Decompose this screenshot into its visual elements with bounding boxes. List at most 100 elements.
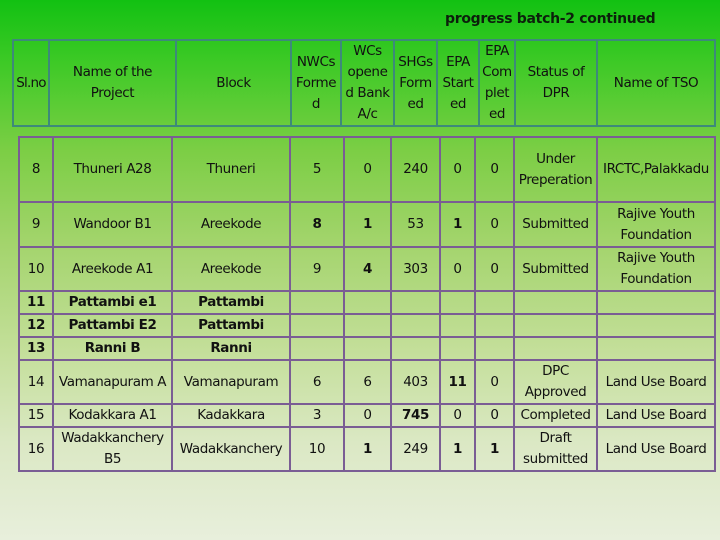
- cell-dpr-status: [513, 290, 598, 315]
- cell-project: Vamanapuram A: [52, 359, 173, 405]
- cell-project: Pattambi e1: [52, 290, 173, 315]
- cell-epa-started: 1: [439, 426, 476, 472]
- header-row: Sl.no Name of the Project Block NWCs Forme…: [12, 39, 716, 127]
- header-label: Name of the Project: [72, 64, 153, 101]
- cell-slno: 16: [18, 426, 54, 472]
- cell-dpr-status: Under Preperation: [513, 136, 598, 203]
- cell-nwcs: 10: [289, 426, 345, 472]
- table-row: 8 Thuneri A28 Thuneri 5 0 240 0 0 Under Preperat…: [18, 136, 716, 203]
- cell-epa-started: [439, 313, 476, 338]
- col-header-epa-completed: EPA Com plet ed: [478, 39, 516, 127]
- header-label: Block: [216, 74, 251, 91]
- cell-tso: [596, 313, 716, 338]
- cell-block: Pattambi: [171, 290, 291, 315]
- cell-tso: [596, 290, 716, 315]
- cell-tso: Rajive Youth Foundation: [596, 246, 716, 292]
- cell-tso: Land Use Board: [596, 426, 716, 472]
- table-row: 15 Kodakkara A1 Kadakkara 3 0 745 0 0 Completed L…: [18, 403, 716, 428]
- cell-project: Kodakkara A1: [52, 403, 173, 428]
- cell-epa-completed: 0: [474, 359, 515, 405]
- cell-nwcs: [289, 290, 345, 315]
- cell-shgs: [390, 336, 441, 361]
- cell-slno: 10: [18, 246, 54, 292]
- cell-epa-completed: [474, 336, 515, 361]
- cell-wcs-bank: 0: [343, 136, 392, 203]
- cell-block: Kadakkara: [171, 403, 291, 428]
- cell-project: Areekode A1: [52, 246, 173, 292]
- cell-wcs-bank: 0: [343, 403, 392, 428]
- cell-wcs-bank: [343, 290, 392, 315]
- cell-nwcs: 3: [289, 403, 345, 428]
- cell-shgs: 240: [390, 136, 441, 203]
- table-row: 16 Wadakkanchery B5 Wadakkanchery 10 1 249 1 1 D…: [18, 426, 716, 472]
- cell-epa-completed: 0: [474, 246, 515, 292]
- cell-block: Ranni: [171, 336, 291, 361]
- cell-epa-started: 0: [439, 403, 476, 428]
- cell-tso: IRCTC,Palakkadu: [596, 136, 716, 203]
- table-row: 12 Pattambi E2 Pattambi: [18, 313, 716, 338]
- cell-project: Thuneri A28: [52, 136, 173, 203]
- cell-nwcs: [289, 313, 345, 338]
- cell-tso: [596, 336, 716, 361]
- cell-project: Wandoor B1: [52, 201, 173, 248]
- cell-nwcs: 8: [289, 201, 345, 248]
- cell-block: Pattambi: [171, 313, 291, 338]
- cell-epa-completed: [474, 290, 515, 315]
- header-label: EPA Start ed: [442, 53, 474, 112]
- cell-nwcs: [289, 336, 345, 361]
- cell-tso: Rajive Youth Foundation: [596, 201, 716, 248]
- cell-block: Areekode: [171, 246, 291, 292]
- cell-slno: 9: [18, 201, 54, 248]
- col-header-project: Name of the Project: [48, 39, 177, 127]
- table-row: 9 Wandoor B1 Areekode 8 1 53 1 0 Submitted Rajive…: [18, 201, 716, 248]
- cell-epa-started: 0: [439, 136, 476, 203]
- cell-shgs: 745: [390, 403, 441, 428]
- cell-dpr-status: Completed: [513, 403, 598, 428]
- header-label: SHGs Form ed: [398, 53, 433, 112]
- table-row: 11 Pattambi e1 Pattambi: [18, 290, 716, 315]
- col-header-epa-started: EPA Start ed: [436, 39, 480, 127]
- header-label: Status of DPR: [527, 64, 585, 101]
- cell-shgs: [390, 313, 441, 338]
- cell-dpr-status: Submitted: [513, 201, 598, 248]
- cell-epa-completed: 0: [474, 136, 515, 203]
- cell-block: Wadakkanchery: [171, 426, 291, 472]
- col-header-dpr-status: Status of DPR: [514, 39, 598, 127]
- cell-slno: 8: [18, 136, 54, 203]
- col-header-shgs-formed: SHGs Form ed: [393, 39, 438, 127]
- cell-wcs-bank: [343, 313, 392, 338]
- cell-dpr-status: [513, 313, 598, 338]
- cell-slno: 15: [18, 403, 54, 428]
- header-label: Sl.no: [16, 74, 46, 91]
- cell-tso: Land Use Board: [596, 403, 716, 428]
- cell-dpr-status: Draft submitted: [513, 426, 598, 472]
- cell-block: Vamanapuram: [171, 359, 291, 405]
- cell-epa-started: [439, 336, 476, 361]
- cell-slno: 12: [18, 313, 54, 338]
- cell-epa-completed: 0: [474, 201, 515, 248]
- cell-slno: 11: [18, 290, 54, 315]
- col-header-wcs-opened-bank: WCs opene d Bank A/c: [340, 39, 395, 127]
- cell-wcs-bank: [343, 336, 392, 361]
- cell-epa-completed: 0: [474, 403, 515, 428]
- cell-nwcs: 6: [289, 359, 345, 405]
- cell-shgs: 53: [390, 201, 441, 248]
- col-header-nwcs-formed: NWCs Forme d: [290, 39, 342, 127]
- col-header-slno: Sl.no: [12, 39, 50, 127]
- cell-block: Areekode: [171, 201, 291, 248]
- cell-shgs: 249: [390, 426, 441, 472]
- cell-project: Ranni B: [52, 336, 173, 361]
- cell-wcs-bank: 6: [343, 359, 392, 405]
- cell-shgs: [390, 290, 441, 315]
- cell-dpr-status: [513, 336, 598, 361]
- cell-project: Pattambi E2: [52, 313, 173, 338]
- cell-epa-started: 0: [439, 246, 476, 292]
- cell-project: Wadakkanchery B5: [52, 426, 173, 472]
- cell-wcs-bank: 1: [343, 201, 392, 248]
- cell-wcs-bank: 4: [343, 246, 392, 292]
- progress-table: 8 Thuneri A28 Thuneri 5 0 240 0 0 Under Preperat…: [18, 136, 716, 472]
- cell-epa-completed: 1: [474, 426, 515, 472]
- cell-epa-started: 1: [439, 201, 476, 248]
- col-header-tso: Name of TSO: [596, 39, 716, 127]
- cell-epa-started: [439, 290, 476, 315]
